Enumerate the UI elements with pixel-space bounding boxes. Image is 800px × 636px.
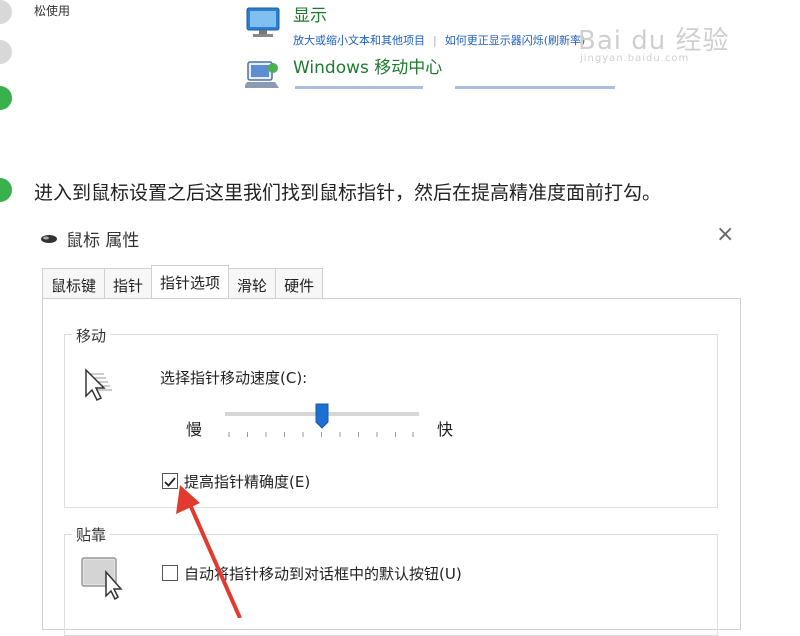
cutoff-links bbox=[295, 86, 615, 94]
baidu-watermark: Bai du 经验 jingyan.baidu.com bbox=[578, 26, 730, 64]
refresh-rate-link[interactable]: 如何更正显示器闪烁(刷新率) bbox=[445, 34, 586, 47]
mobility-center-icon bbox=[245, 61, 279, 88]
dialog-title-bar: 鼠标 属性 bbox=[40, 226, 139, 251]
speed-slider-thumb[interactable] bbox=[315, 403, 329, 429]
motion-group-label: 移动 bbox=[72, 325, 111, 346]
tab-pointer-options[interactable]: 指针选项 bbox=[151, 265, 230, 302]
snap-group-label: 贴靠 bbox=[72, 524, 111, 545]
checkmark-icon bbox=[164, 477, 176, 487]
step-dot bbox=[0, 0, 12, 24]
link-separator: | bbox=[433, 34, 437, 47]
tab-pointers[interactable]: 指针 bbox=[104, 268, 153, 299]
left-cutoff-text: 松使用 bbox=[34, 4, 71, 18]
tab-buttons[interactable]: 鼠标键 bbox=[42, 268, 106, 299]
step-dot bbox=[0, 86, 12, 110]
instruction-text: 进入到鼠标设置之后这里我们找到鼠标指针，然后在提高精准度面前打勾。 bbox=[34, 182, 662, 204]
display-item[interactable]: 显示 放大或缩小文本和其他项目 | 如何更正显示器闪烁(刷新率) bbox=[245, 6, 585, 48]
display-title[interactable]: 显示 bbox=[293, 6, 585, 26]
scale-text-link[interactable]: 放大或缩小文本和其他项目 bbox=[293, 34, 425, 47]
precision-label[interactable]: 提高指针精确度(E) bbox=[184, 471, 310, 492]
mobility-center-title[interactable]: Windows 移动中心 bbox=[293, 58, 442, 78]
control-panel-snippet: 松使用 显示 放大或缩小文本和其他项目 | 如何更正显示器闪烁(刷新率) Windo… bbox=[0, 0, 800, 110]
tab-wheel[interactable]: 滑轮 bbox=[228, 268, 277, 299]
speed-label: 选择指针移动速度(C): bbox=[160, 369, 308, 387]
snap-label[interactable]: 自动将指针移动到对话框中的默认按钮(U) bbox=[184, 563, 462, 584]
precision-checkbox[interactable] bbox=[162, 473, 178, 489]
step-dot bbox=[0, 40, 12, 64]
tab-hardware[interactable]: 硬件 bbox=[275, 268, 324, 299]
close-button[interactable]: × bbox=[716, 222, 734, 247]
fast-label: 快 bbox=[437, 420, 454, 439]
mouse-icon bbox=[41, 234, 57, 243]
monitor-icon bbox=[246, 7, 280, 37]
pointer-speed-icon bbox=[85, 368, 112, 402]
snap-group bbox=[64, 534, 718, 636]
snap-checkbox[interactable] bbox=[162, 565, 178, 581]
slow-label: 慢 bbox=[186, 420, 203, 439]
step-dot-current bbox=[0, 178, 12, 202]
speed-slider-ticks bbox=[228, 432, 414, 437]
dialog-title: 鼠标 属性 bbox=[66, 231, 140, 251]
snap-to-button-icon bbox=[81, 557, 123, 600]
